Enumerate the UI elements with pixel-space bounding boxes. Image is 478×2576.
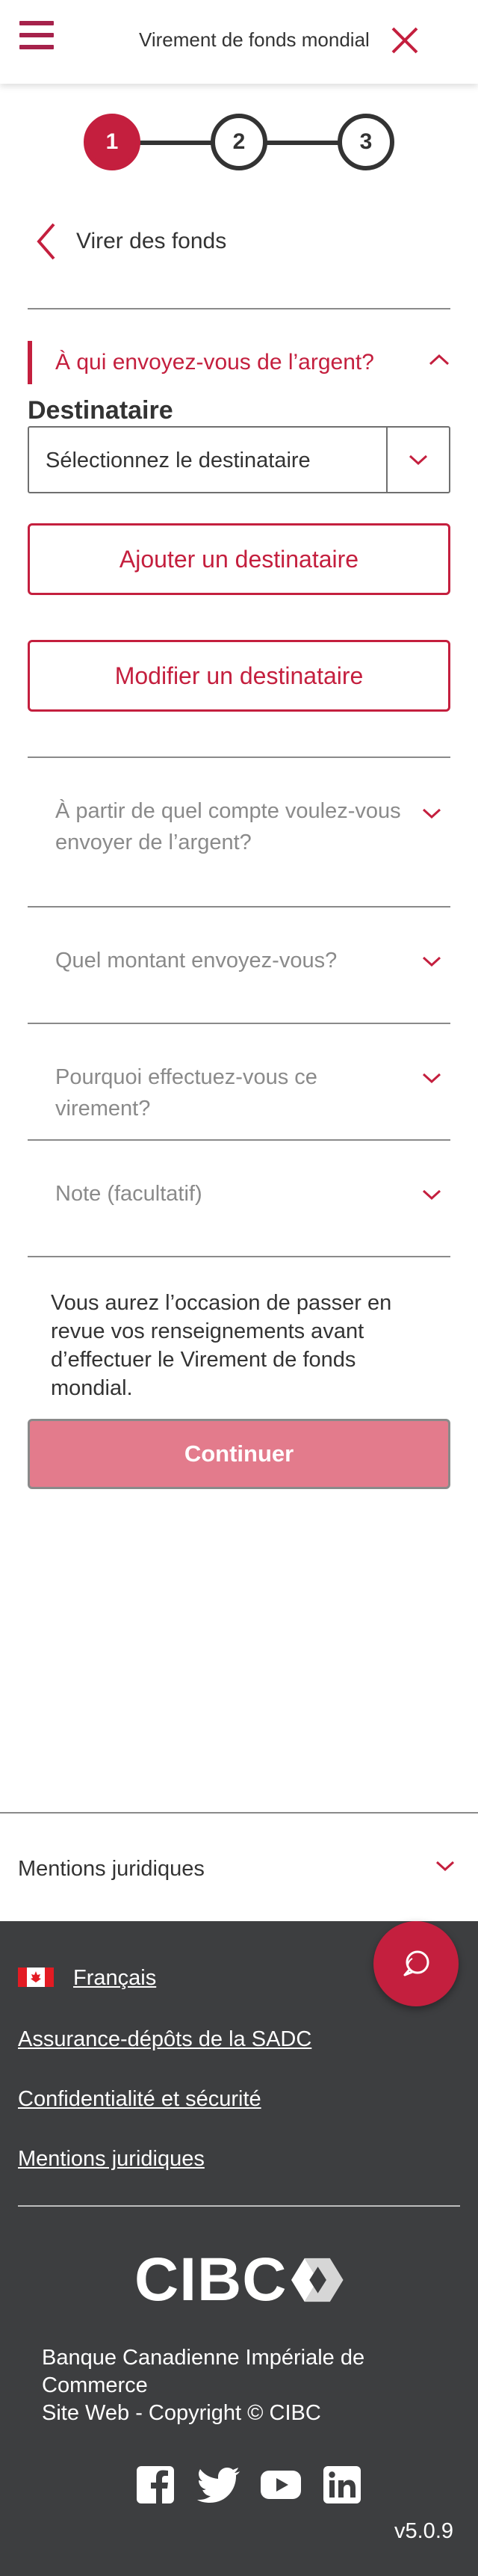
progress-stepper: 1 2 3 <box>0 114 478 170</box>
menu-icon[interactable] <box>19 21 54 54</box>
divider <box>28 1256 450 1257</box>
close-icon[interactable] <box>390 25 420 55</box>
linkedin-icon[interactable] <box>321 2464 363 2506</box>
chevron-down-icon <box>422 1073 441 1084</box>
app-version: v5.0.9 <box>394 2519 453 2543</box>
chevron-left-icon <box>37 223 55 260</box>
chevron-up-icon <box>429 354 450 366</box>
chevron-down-icon <box>422 956 441 967</box>
youtube-icon[interactable] <box>260 2464 302 2506</box>
recipient-select[interactable]: Sélectionnez le destinataire <box>28 426 450 493</box>
divider <box>28 308 450 309</box>
recipient-field-label: Destinataire <box>28 396 173 425</box>
chevron-down-icon <box>422 808 441 819</box>
accordion-label: Quel montant envoyez-vous? <box>55 949 338 973</box>
legal-accordion[interactable]: Mentions juridiques <box>0 1812 478 1921</box>
accordion-label: Note (facultatif) <box>55 1182 202 1206</box>
footer-link-legal[interactable]: Mentions juridiques <box>18 2147 205 2172</box>
accordion-label: Pourquoi effectuez-vous ce virement? <box>55 1065 317 1121</box>
divider <box>28 1023 450 1024</box>
divider <box>28 757 450 758</box>
step-2: 2 <box>211 114 267 170</box>
recipient-select-toggle[interactable] <box>386 428 449 492</box>
recipient-select-value: Sélectionnez le destinataire <box>46 449 311 472</box>
step-1: 1 <box>84 114 140 170</box>
chevron-down-icon <box>435 1861 455 1872</box>
cibc-logo-mark <box>291 2258 344 2302</box>
footer-divider <box>18 2205 460 2207</box>
chevron-down-icon <box>409 455 428 466</box>
chat-button[interactable] <box>373 1921 459 2006</box>
copyright-site: Site Web - Copyright © CIBC <box>42 2401 321 2425</box>
edit-recipient-button[interactable]: Modifier un destinataire <box>28 640 450 712</box>
copyright-bank-name: Banque Canadienne Impériale de Commerce <box>42 2346 365 2397</box>
chat-icon <box>403 1950 429 1976</box>
app-header: Virement de fonds mondial <box>0 0 478 84</box>
review-info-text: Vous aurez l’occasion de passer en revue… <box>51 1291 392 1400</box>
stepper-connector <box>266 141 345 145</box>
accordion-label: À partir de quel compte voulez-vous envo… <box>55 799 401 854</box>
divider <box>28 1139 450 1141</box>
chevron-down-icon <box>422 1189 441 1201</box>
footer-link-cdic[interactable]: Assurance-dépôts de la SADC <box>18 2027 311 2052</box>
footer-link-privacy[interactable]: Confidentialité et sécurité <box>18 2087 261 2112</box>
footer-copyright: Banque Canadienne Impériale de Commerce … <box>42 2344 430 2427</box>
back-link[interactable]: Virer des fonds <box>34 221 226 262</box>
step-3: 3 <box>338 114 394 170</box>
cibc-logo: CIBC <box>134 2246 344 2314</box>
recipient-section-title: À qui envoyez-vous de l’argent? <box>55 350 374 375</box>
canada-flag-icon <box>18 1968 54 1987</box>
language-link[interactable]: Français <box>73 1966 156 1991</box>
stepper-connector <box>139 141 218 145</box>
add-recipient-button[interactable]: Ajouter un destinataire <box>28 523 450 595</box>
facebook-icon[interactable] <box>134 2464 176 2506</box>
legal-accordion-label: Mentions juridiques <box>18 1857 205 1881</box>
cibc-logo-text: CIBC <box>134 2246 288 2314</box>
recipient-section-header[interactable]: À qui envoyez-vous de l’argent? <box>28 341 450 384</box>
social-links <box>134 2464 363 2506</box>
continue-button[interactable]: Continuer <box>28 1419 450 1489</box>
section-active-bar <box>28 341 32 384</box>
divider <box>28 906 450 908</box>
back-link-label: Virer des fonds <box>76 229 227 253</box>
twitter-icon[interactable] <box>196 2464 240 2506</box>
page-title: Virement de fonds mondial <box>139 28 370 51</box>
